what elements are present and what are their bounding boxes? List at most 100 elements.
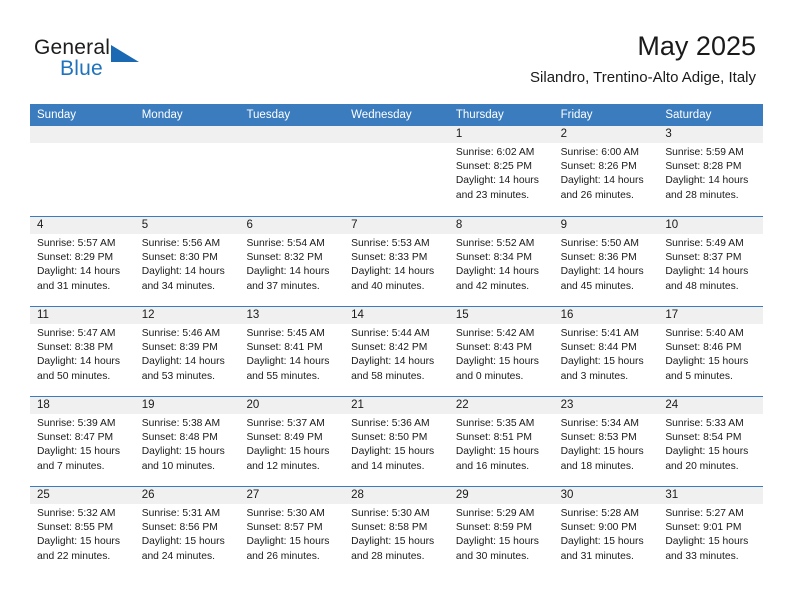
triangle-icon xyxy=(111,45,139,62)
day-cell[interactable]: 1 Sunrise: 6:02 AM Sunset: 8:25 PM Daylight… xyxy=(448,126,554,216)
day-number-band: 25 xyxy=(30,487,135,504)
day-cell[interactable]: 20 Sunrise: 5:37 AM Sunset: 8:49 PM Dayligh… xyxy=(239,397,345,486)
sunrise-text: Sunrise: 5:57 AM xyxy=(37,238,116,249)
daylight-text-line2: and 24 minutes. xyxy=(141,550,215,562)
daylight-text-line1: Daylight: 15 hours xyxy=(560,536,644,548)
sunset-text: Sunset: 8:36 PM xyxy=(560,252,637,264)
day-number-band: 24 xyxy=(658,397,764,414)
daylight-text-line2: and 3 minutes. xyxy=(560,370,629,382)
day-cell[interactable]: 26 Sunrise: 5:31 AM Sunset: 8:56 PM Dayligh… xyxy=(134,487,240,576)
day-number: 12 xyxy=(141,309,155,321)
day-number-band: 4 xyxy=(30,217,135,234)
daylight-text-line2: and 22 minutes. xyxy=(37,550,111,562)
day-cell[interactable]: 29 Sunrise: 5:29 AM Sunset: 8:59 PM Dayligh… xyxy=(448,487,554,576)
daylight-text-line1: Daylight: 15 hours xyxy=(455,536,539,548)
day-cell[interactable]: 5 Sunrise: 5:56 AM Sunset: 8:30 PM Daylight… xyxy=(134,217,240,306)
day-cell[interactable]: 24 Sunrise: 5:33 AM Sunset: 8:54 PM Dayligh… xyxy=(658,397,764,486)
day-number: 25 xyxy=(37,489,50,501)
day-cell[interactable]: 13 Sunrise: 5:45 AM Sunset: 8:41 PM Dayligh… xyxy=(239,307,345,396)
daylight-text-line2: and 40 minutes. xyxy=(351,280,425,292)
day-cell[interactable]: 27 Sunrise: 5:30 AM Sunset: 8:57 PM Dayligh… xyxy=(239,487,345,576)
sunrise-text: Sunrise: 5:29 AM xyxy=(455,508,535,519)
sunrise-text: Sunrise: 6:00 AM xyxy=(560,147,640,158)
day-number-band xyxy=(344,126,449,143)
day-cell[interactable]: 10 Sunrise: 5:49 AM Sunset: 8:37 PM Dayligh… xyxy=(658,217,764,306)
sunset-text: Sunset: 8:55 PM xyxy=(37,522,114,534)
week-row: 11 Sunrise: 5:47 AM Sunset: 8:38 PM Dayligh… xyxy=(30,306,764,396)
day-cell[interactable]: 4 Sunrise: 5:57 AM Sunset: 8:29 PM Daylight… xyxy=(30,217,135,306)
day-number: 4 xyxy=(37,219,44,231)
day-cell[interactable]: 11 Sunrise: 5:47 AM Sunset: 8:38 PM Dayligh… xyxy=(30,307,135,396)
day-number-band: 20 xyxy=(239,397,345,414)
sunset-text: Sunset: 8:47 PM xyxy=(37,432,114,444)
daylight-text-line1: Daylight: 15 hours xyxy=(455,356,539,368)
day-details: Sunrise: 5:45 AM Sunset: 8:41 PM Daylight:… xyxy=(239,324,344,384)
day-number-band: 15 xyxy=(448,307,554,324)
day-cell[interactable]: 14 Sunrise: 5:44 AM Sunset: 8:42 PM Dayligh… xyxy=(344,307,449,396)
day-details: Sunrise: 5:33 AM Sunset: 8:54 PM Daylight:… xyxy=(658,414,763,474)
daylight-text-line1: Daylight: 14 hours xyxy=(351,266,435,278)
day-cell[interactable]: 6 Sunrise: 5:54 AM Sunset: 8:32 PM Daylight… xyxy=(239,217,345,306)
day-cell[interactable]: 17 Sunrise: 5:40 AM Sunset: 8:46 PM Dayligh… xyxy=(658,307,764,396)
daylight-text-line2: and 12 minutes. xyxy=(246,460,320,472)
page-subtitle: Silandro, Trentino-Alto Adige, Italy xyxy=(530,69,756,86)
daylight-text-line2: and 34 minutes. xyxy=(141,280,215,292)
day-number: 26 xyxy=(141,489,155,501)
daylight-text-line2: and 26 minutes. xyxy=(246,550,320,562)
sunset-text: Sunset: 8:46 PM xyxy=(665,342,742,354)
sunset-text: Sunset: 8:32 PM xyxy=(246,252,323,264)
day-cell[interactable]: 21 Sunrise: 5:36 AM Sunset: 8:50 PM Dayligh… xyxy=(344,397,449,486)
daylight-text-line1: Daylight: 15 hours xyxy=(665,446,749,458)
weekday-header-saturday: Saturday xyxy=(665,109,712,121)
daylight-text-line2: and 26 minutes. xyxy=(560,189,634,201)
day-details: Sunrise: 6:02 AM Sunset: 8:25 PM Daylight:… xyxy=(449,143,554,203)
day-details: Sunrise: 5:27 AM Sunset: 9:01 PM Daylight:… xyxy=(658,504,763,564)
sunset-text: Sunset: 8:41 PM xyxy=(246,342,323,354)
day-cell[interactable]: 31 Sunrise: 5:27 AM Sunset: 9:01 PM Dayligh… xyxy=(658,487,764,576)
sunset-text: Sunset: 8:25 PM xyxy=(455,161,533,173)
sunset-text: Sunset: 8:50 PM xyxy=(351,432,428,444)
day-number: 29 xyxy=(455,489,469,501)
day-cell[interactable]: 18 Sunrise: 5:39 AM Sunset: 8:47 PM Dayligh… xyxy=(30,397,135,486)
sunrise-text: Sunrise: 5:59 AM xyxy=(665,147,744,158)
day-cell[interactable]: 9 Sunrise: 5:50 AM Sunset: 8:36 PM Daylight… xyxy=(553,217,659,306)
day-cell-empty xyxy=(30,126,135,216)
daylight-text-line1: Daylight: 15 hours xyxy=(560,446,644,458)
weekday-header-sunday: Sunday xyxy=(37,109,77,121)
day-number: 1 xyxy=(455,128,463,140)
day-details: Sunrise: 6:00 AM Sunset: 8:26 PM Daylight:… xyxy=(554,143,659,203)
day-number-band: 14 xyxy=(344,307,449,324)
day-cell[interactable]: 3 Sunrise: 5:59 AM Sunset: 8:28 PM Daylight… xyxy=(658,126,764,216)
day-cell[interactable]: 12 Sunrise: 5:46 AM Sunset: 8:39 PM Dayligh… xyxy=(134,307,240,396)
weekday-header-tuesday: Tuesday xyxy=(246,109,291,121)
day-number: 11 xyxy=(37,309,49,321)
day-details: Sunrise: 5:35 AM Sunset: 8:51 PM Daylight:… xyxy=(449,414,554,474)
day-cell[interactable]: 22 Sunrise: 5:35 AM Sunset: 8:51 PM Dayligh… xyxy=(448,397,554,486)
day-cell[interactable]: 30 Sunrise: 5:28 AM Sunset: 9:00 PM Dayligh… xyxy=(553,487,659,576)
sunset-text: Sunset: 8:58 PM xyxy=(351,522,428,534)
day-number-band: 28 xyxy=(344,487,449,504)
day-cell[interactable]: 19 Sunrise: 5:38 AM Sunset: 8:48 PM Dayligh… xyxy=(134,397,240,486)
day-cell[interactable]: 25 Sunrise: 5:32 AM Sunset: 8:55 PM Dayligh… xyxy=(30,487,135,576)
day-number-band xyxy=(239,126,345,143)
day-cell[interactable]: 28 Sunrise: 5:30 AM Sunset: 8:58 PM Dayligh… xyxy=(344,487,449,576)
day-cell[interactable]: 2 Sunrise: 6:00 AM Sunset: 8:26 PM Daylight… xyxy=(553,126,659,216)
sunrise-text: Sunrise: 5:27 AM xyxy=(665,508,744,519)
day-cell[interactable]: 7 Sunrise: 5:53 AM Sunset: 8:33 PM Daylight… xyxy=(344,217,449,306)
calendar-grid: Sunday Monday Tuesday Wednesday Thursday Frid… xyxy=(30,104,764,576)
day-cell[interactable]: 8 Sunrise: 5:52 AM Sunset: 8:34 PM Daylight… xyxy=(448,217,554,306)
sunset-text: Sunset: 8:37 PM xyxy=(665,252,742,264)
day-cell[interactable]: 16 Sunrise: 5:41 AM Sunset: 8:44 PM Dayligh… xyxy=(553,307,659,396)
daylight-text-line2: and 30 minutes. xyxy=(455,550,530,562)
day-number: 31 xyxy=(665,489,679,501)
daylight-text-line2: and 5 minutes. xyxy=(665,370,733,382)
day-cell[interactable]: 15 Sunrise: 5:42 AM Sunset: 8:43 PM Dayligh… xyxy=(448,307,554,396)
day-cell-empty xyxy=(344,126,449,216)
day-number-band xyxy=(134,126,240,143)
sunset-text: Sunset: 8:51 PM xyxy=(455,432,533,444)
day-cell[interactable]: 23 Sunrise: 5:34 AM Sunset: 8:53 PM Dayligh… xyxy=(553,397,659,486)
day-number-band: 2 xyxy=(553,126,659,143)
brand-logo[interactable]: General Blue xyxy=(34,36,234,86)
day-details: Sunrise: 5:52 AM Sunset: 8:34 PM Daylight:… xyxy=(449,234,554,294)
day-number: 30 xyxy=(560,489,574,501)
